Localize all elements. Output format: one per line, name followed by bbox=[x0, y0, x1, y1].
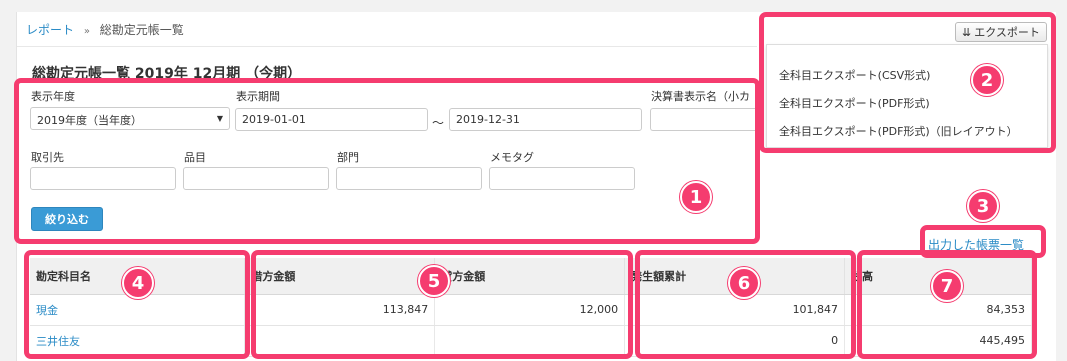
export-pdf-item[interactable]: 全科目エクスポート(PDF形式) bbox=[779, 95, 930, 111]
breadcrumb-current: 総勘定元帳一覧 bbox=[99, 23, 184, 37]
annotation-badge-5: 5 bbox=[418, 265, 450, 297]
export-button-label: エクスポート bbox=[974, 26, 1040, 39]
partner-label: 取引先 bbox=[31, 151, 64, 164]
annotation-badge-4: 4 bbox=[122, 267, 154, 299]
account-link[interactable]: 三井住友 bbox=[36, 335, 80, 348]
debit-cell: 113,847 bbox=[244, 294, 436, 326]
statement-name-input[interactable] bbox=[650, 108, 760, 131]
caret-down-icon: ▼ bbox=[216, 114, 223, 123]
year-select[interactable]: 2019年度（当年度） ▼ bbox=[30, 107, 230, 130]
year-select-value: 2019年度（当年度） bbox=[37, 114, 142, 127]
cumulative-cell: 101,847 bbox=[624, 294, 846, 326]
department-input[interactable] bbox=[336, 167, 482, 190]
memo-tag-input[interactable] bbox=[489, 167, 635, 190]
export-button[interactable]: ⇊ エクスポート bbox=[955, 22, 1047, 42]
table-row: 三井住友 0 445,495 bbox=[30, 325, 1032, 357]
year-label: 表示年度 bbox=[31, 90, 75, 103]
annotation-badge-2: 2 bbox=[971, 64, 1003, 96]
breadcrumb: レポート » 総勘定元帳一覧 bbox=[26, 21, 184, 38]
export-csv-item[interactable]: 全科目エクスポート(CSV形式) bbox=[779, 67, 930, 83]
credit-cell: 12,000 bbox=[434, 294, 626, 326]
credit-cell bbox=[434, 325, 626, 357]
export-dropdown-menu: 全科目エクスポート(CSV形式) 全科目エクスポート(PDF形式) 全科目エクス… bbox=[766, 44, 1048, 148]
account-link[interactable]: 現金 bbox=[36, 304, 58, 317]
department-label: 部門 bbox=[337, 151, 359, 164]
period-label: 表示期間 bbox=[236, 90, 280, 103]
ledger-table: 勘定科目名 借方金額 貸方金額 発生額累計 残高 現金 113,847 12,0… bbox=[30, 258, 1032, 357]
table-header-row: 勘定科目名 借方金額 貸方金額 発生額累計 残高 bbox=[30, 258, 1032, 295]
annotation-badge-3: 3 bbox=[967, 190, 999, 222]
breadcrumb-divider bbox=[17, 46, 757, 47]
annotation-badge-1: 1 bbox=[680, 181, 712, 213]
export-icon: ⇊ bbox=[962, 25, 972, 39]
header-credit[interactable]: 貸方金額 bbox=[434, 258, 626, 295]
page-title: 総勘定元帳一覧 2019年 12月期 （今期） bbox=[32, 66, 302, 82]
annotation-badge-7: 7 bbox=[931, 270, 963, 302]
partner-input[interactable] bbox=[30, 167, 176, 190]
table-row: 現金 113,847 12,000 101,847 84,353 bbox=[30, 294, 1032, 326]
item-input[interactable] bbox=[183, 167, 329, 190]
breadcrumb-report-link[interactable]: レポート bbox=[26, 23, 74, 37]
period-to-input[interactable]: 2019-12-31 bbox=[449, 108, 642, 131]
memo-tag-label: メモタグ bbox=[490, 151, 534, 164]
annotation-badge-6: 6 bbox=[728, 267, 760, 299]
filter-submit-button[interactable]: 絞り込む bbox=[31, 207, 103, 231]
breadcrumb-separator: » bbox=[83, 26, 90, 37]
export-pdf-legacy-item[interactable]: 全科目エクスポート(PDF形式)（旧レイアウト） bbox=[779, 123, 1018, 139]
balance-cell: 445,495 bbox=[844, 325, 1032, 357]
item-label: 品目 bbox=[184, 151, 206, 164]
report-list-link[interactable]: 出力した帳票一覧 bbox=[928, 236, 1024, 253]
period-from-input[interactable]: 2019-01-01 bbox=[235, 108, 428, 131]
debit-cell bbox=[244, 325, 436, 357]
header-debit[interactable]: 借方金額 bbox=[244, 258, 436, 295]
cumulative-cell: 0 bbox=[624, 325, 846, 357]
period-tilde: ～ bbox=[432, 116, 445, 130]
statement-name-label: 決算書表示名（小カ bbox=[651, 90, 750, 103]
